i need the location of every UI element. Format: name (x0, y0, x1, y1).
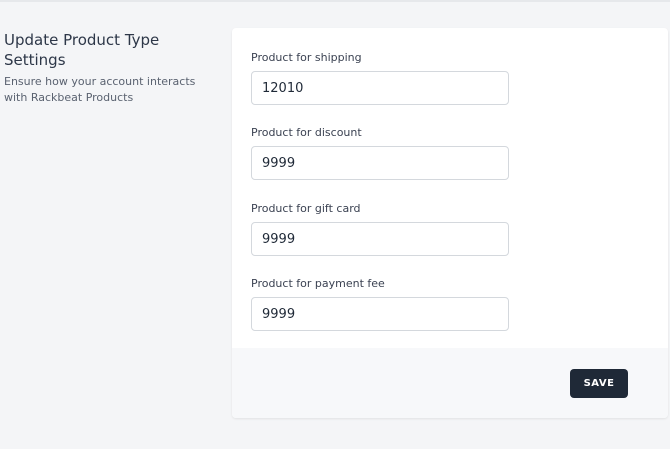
shipping-field: Product for shipping (251, 51, 509, 105)
gift-card-field-label: Product for gift card (251, 202, 361, 215)
card-footer: SAVE (232, 348, 668, 418)
section-description: Ensure how your account interacts with R… (4, 75, 196, 104)
discount-field-label: Product for discount (251, 126, 362, 139)
discount-field: Product for discount (251, 126, 509, 180)
discount-product-input[interactable] (251, 146, 509, 180)
payment-fee-field-label: Product for payment fee (251, 277, 385, 290)
settings-form: Product for shipping Product for discoun… (232, 28, 668, 348)
shipping-field-label: Product for shipping (251, 51, 362, 64)
payment-fee-product-input[interactable] (251, 297, 509, 331)
section-title: Update Product Type Settings (4, 31, 160, 69)
payment-fee-field: Product for payment fee (251, 277, 509, 331)
shipping-product-input[interactable] (251, 71, 509, 105)
gift-card-field: Product for gift card (251, 202, 509, 256)
section-header: Update Product Type Settings Ensure how … (4, 30, 224, 106)
gift-card-product-input[interactable] (251, 222, 509, 256)
save-button[interactable]: SAVE (570, 369, 628, 398)
top-divider (0, 0, 670, 2)
settings-card: Product for shipping Product for discoun… (232, 28, 668, 418)
